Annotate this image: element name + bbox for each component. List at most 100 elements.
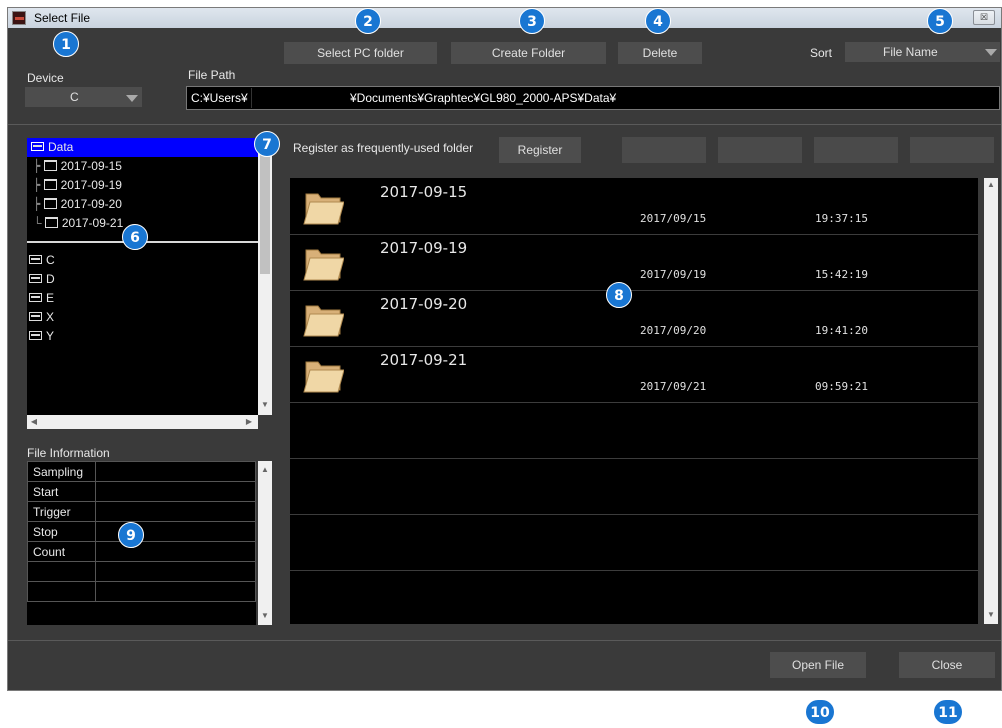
tree-horizontal-scrollbar[interactable]: ◀ ▶: [27, 415, 258, 429]
info-row: Trigger: [27, 501, 256, 522]
device-selected-value: C: [70, 90, 79, 104]
callout-badge: 5: [927, 8, 953, 34]
drive-label: D: [46, 272, 55, 286]
sort-selected-value: File Name: [883, 45, 938, 59]
chevron-down-icon: [126, 95, 138, 102]
file-list-item[interactable]: 2017-09-21 2017/09/21 09:59:21: [290, 346, 978, 403]
tree-item-label: 2017-09-19: [60, 178, 122, 192]
sort-label: Sort: [810, 46, 833, 60]
tree-item-folder[interactable]: ┝ 2017-09-20: [27, 195, 122, 214]
app-icon: [12, 11, 26, 25]
file-path-label: File Path: [188, 68, 236, 82]
scroll-up-arrow-icon[interactable]: ▲: [258, 465, 272, 474]
drive-item-c[interactable]: C: [27, 251, 55, 270]
file-time: 09:59:21: [815, 380, 868, 393]
callout-badge: 6: [122, 224, 148, 250]
scroll-down-arrow-icon[interactable]: ▼: [258, 611, 272, 620]
drive-icon: [29, 274, 42, 283]
folder-icon: [303, 193, 344, 225]
device-dropdown[interactable]: C: [25, 87, 142, 107]
file-path-suffix: ¥Documents¥Graphtec¥GL980_2000-APS¥Data¥: [350, 91, 617, 105]
close-button[interactable]: Close: [899, 652, 995, 678]
folder-icon: [44, 217, 58, 228]
favorite-folder-slot[interactable]: [814, 137, 898, 163]
delete-button[interactable]: Delete: [618, 42, 702, 64]
drive-item-d[interactable]: D: [27, 270, 55, 289]
info-label: [27, 561, 96, 582]
file-name: 2017-09-15: [380, 183, 468, 201]
callout-badge: 7: [254, 131, 280, 157]
drive-label: X: [46, 310, 55, 324]
favorite-folder-slot[interactable]: [622, 137, 706, 163]
select-pc-folder-button[interactable]: Select PC folder: [284, 42, 437, 64]
info-label: Sampling: [27, 461, 96, 482]
info-vertical-scrollbar[interactable]: ▲ ▼: [258, 461, 272, 625]
callout-badge: 9: [118, 522, 144, 548]
callout-badge: 2: [355, 8, 381, 34]
scroll-up-arrow-icon[interactable]: ▲: [984, 180, 998, 189]
folder-icon: [43, 160, 57, 171]
register-button[interactable]: Register: [499, 137, 581, 163]
scroll-down-arrow-icon[interactable]: ▼: [984, 610, 998, 619]
tree-item-folder[interactable]: ┝ 2017-09-15: [27, 157, 122, 176]
file-list-item[interactable]: 2017-09-19 2017/09/19 15:42:19: [290, 234, 978, 291]
window-close-button[interactable]: ☒: [973, 10, 995, 25]
folder-icon: [303, 305, 344, 337]
file-time: 19:37:15: [815, 212, 868, 225]
callout-badge: 4: [645, 8, 671, 34]
file-list-scrollbar[interactable]: ▲ ▼: [984, 178, 998, 624]
info-value: [95, 481, 256, 502]
info-row: Count: [27, 541, 256, 562]
file-list-panel: 2017-09-15 2017/09/15 19:37:15 2017-09-1…: [290, 178, 978, 624]
drive-item-y[interactable]: Y: [27, 327, 54, 346]
drive-icon: [29, 293, 42, 302]
scroll-right-arrow-icon[interactable]: ▶: [244, 417, 254, 426]
tree-item-label: 2017-09-15: [60, 159, 122, 173]
create-folder-button[interactable]: Create Folder: [451, 42, 606, 64]
info-value: [95, 541, 256, 562]
scroll-down-arrow-icon[interactable]: ▼: [258, 400, 272, 409]
file-list-item[interactable]: 2017-09-20 2017/09/20 19:41:20: [290, 290, 978, 347]
file-date: 2017/09/15: [640, 212, 707, 225]
callout-badge: 8: [606, 282, 632, 308]
info-label: Count: [27, 541, 96, 562]
device-label: Device: [27, 71, 64, 85]
empty-row: [290, 514, 978, 571]
favorite-folder-slot[interactable]: [718, 137, 802, 163]
file-date: 2017/09/20: [640, 324, 707, 337]
file-path-prefix: C:¥Users¥: [191, 91, 248, 105]
file-information-title: File Information: [27, 446, 110, 460]
folder-icon: [303, 249, 344, 281]
file-path-field[interactable]: C:¥Users¥ ¥Documents¥Graphtec¥GL980_2000…: [186, 86, 1000, 110]
info-label: Trigger: [27, 501, 96, 522]
file-list-item[interactable]: 2017-09-15 2017/09/15 19:37:15: [290, 178, 978, 235]
tree-item-folder[interactable]: └ 2017-09-21: [27, 214, 123, 233]
scroll-left-arrow-icon[interactable]: ◀: [29, 417, 39, 426]
favorite-folder-slot[interactable]: [910, 137, 994, 163]
scroll-thumb[interactable]: [260, 154, 270, 274]
file-date: 2017/09/21: [640, 380, 707, 393]
tree-item-label: Data: [48, 140, 74, 154]
drive-item-e[interactable]: E: [27, 289, 54, 308]
info-row: Sampling: [27, 461, 256, 482]
drive-label: C: [46, 253, 55, 267]
callout-badge: 3: [519, 8, 545, 34]
tree-vertical-scrollbar[interactable]: ▼: [258, 138, 272, 415]
file-time: 19:41:20: [815, 324, 868, 337]
file-time: 15:42:19: [815, 268, 868, 281]
sort-dropdown[interactable]: File Name: [845, 42, 1000, 62]
tree-item-folder[interactable]: ┝ 2017-09-19: [27, 176, 122, 195]
drive-label: E: [46, 291, 55, 305]
folder-icon: [43, 198, 57, 209]
drive-item-x[interactable]: X: [27, 308, 54, 327]
info-row: [27, 581, 256, 602]
chevron-down-icon: [985, 49, 997, 56]
info-value: [95, 561, 256, 582]
tree-item-data[interactable]: Data: [27, 138, 262, 157]
drive-icon: [31, 142, 44, 151]
drive-label: Y: [46, 329, 55, 343]
open-file-button[interactable]: Open File: [770, 652, 866, 678]
info-value: [95, 581, 256, 602]
folder-icon: [43, 179, 57, 190]
file-name: 2017-09-21: [380, 351, 468, 369]
